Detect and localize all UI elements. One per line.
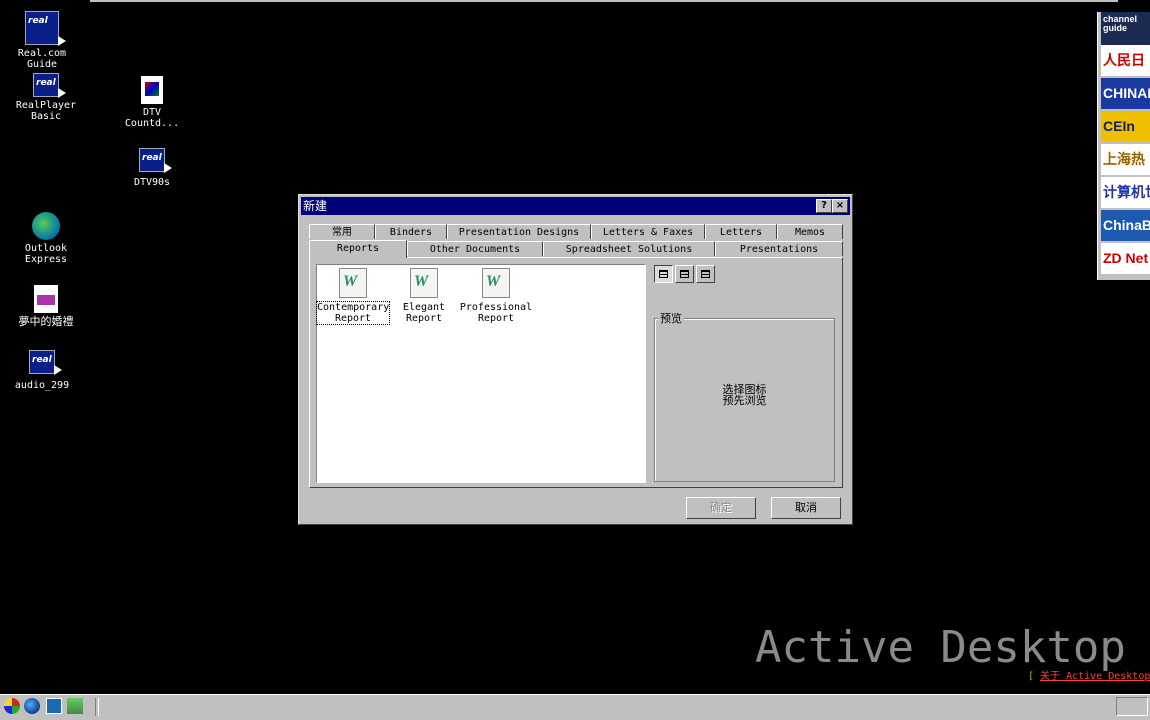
desktop-icon-dtv-countdown[interactable]: DTV Countd... bbox=[107, 76, 197, 129]
desktop-icon-label: Outlook Express bbox=[24, 243, 68, 265]
channel-chinanet[interactable]: CHINAN bbox=[1101, 78, 1150, 109]
preview-placeholder: 选择图标 预先浏览 bbox=[722, 383, 767, 407]
template-professional-report[interactable]: W Professional Report bbox=[459, 268, 533, 324]
desktop-icon-label: DTV Countd... bbox=[124, 107, 180, 129]
desktop-icon-label: 夢中的婚禮 bbox=[18, 315, 74, 328]
start-icon[interactable] bbox=[4, 698, 20, 714]
details-view-button[interactable] bbox=[696, 265, 715, 283]
show-desktop-icon[interactable] bbox=[46, 698, 62, 714]
tab-reports[interactable]: Reports bbox=[309, 240, 407, 258]
desktop-icon-audio-299[interactable]: real audio_299 bbox=[0, 350, 87, 391]
help-button[interactable]: ? bbox=[816, 199, 832, 213]
channel-shanghai[interactable]: 上海热 bbox=[1101, 144, 1150, 175]
desktop-icon-label: RealPlayer Basic bbox=[15, 100, 77, 122]
realplayer-icon: real bbox=[29, 350, 62, 375]
cancel-button[interactable]: 取消 bbox=[771, 497, 841, 519]
channel-bar: channel guide 人民日 CHINAN CEIn 上海热 计算机世 C… bbox=[1097, 12, 1150, 280]
large-icons-icon bbox=[659, 270, 668, 278]
tab-memos[interactable]: Memos bbox=[777, 224, 843, 239]
taskbar bbox=[0, 694, 1150, 720]
template-list[interactable]: W Contemporary Report W Elegant Report W P… bbox=[316, 264, 646, 483]
tab-other-documents[interactable]: Other Documents bbox=[407, 241, 543, 256]
desktop-icon-outlook-express[interactable]: Outlook Express bbox=[1, 212, 91, 265]
tab-letters-faxes[interactable]: Letters & Faxes bbox=[591, 224, 705, 239]
outlook-express-icon bbox=[32, 212, 60, 240]
internet-explorer-icon[interactable] bbox=[24, 698, 40, 714]
tab-changyong[interactable]: 常用 bbox=[309, 224, 375, 239]
close-button[interactable]: × bbox=[832, 199, 848, 213]
about-active-desktop-link[interactable]: [ 关于 Active Desktop bbox=[1028, 667, 1150, 682]
dialog-title: 新建 bbox=[303, 199, 328, 213]
document-icon bbox=[141, 76, 163, 104]
tab-spreadsheet-solutions[interactable]: Spreadsheet Solutions bbox=[543, 241, 715, 256]
desktop-icon-wedding-doc[interactable]: 夢中的婚禮 bbox=[1, 285, 91, 327]
template-label: Professional Report bbox=[459, 302, 533, 324]
active-desktop-watermark: Active Desktop bbox=[755, 622, 1126, 673]
tab-presentations[interactable]: Presentations bbox=[715, 241, 843, 256]
channel-zdnet[interactable]: ZD Net bbox=[1101, 243, 1150, 274]
channel-cei[interactable]: CEIn bbox=[1101, 111, 1150, 142]
word-template-icon: W bbox=[482, 268, 513, 301]
large-icons-view-button[interactable] bbox=[654, 265, 673, 283]
new-document-dialog: 新建 ? × 常用 Binders Presentation Designs L… bbox=[298, 194, 853, 525]
channel-guide-button[interactable]: channel guide bbox=[1101, 12, 1150, 46]
list-view-button[interactable] bbox=[675, 265, 694, 283]
system-tray bbox=[1116, 697, 1148, 716]
dialog-titlebar[interactable]: 新建 ? × bbox=[301, 197, 850, 215]
tab-binders[interactable]: Binders bbox=[375, 224, 447, 239]
desktop-icon-label: Real.com Guide bbox=[17, 48, 67, 70]
taskbar-separator bbox=[95, 698, 99, 716]
realplayer-icon: real bbox=[139, 148, 172, 173]
details-view-icon bbox=[701, 270, 710, 278]
word-template-icon: W bbox=[410, 268, 441, 301]
realplayer-icon: real bbox=[33, 73, 66, 98]
channel-computer-world[interactable]: 计算机世 bbox=[1101, 177, 1150, 208]
desktop-icon-realplayer-basic[interactable]: real RealPlayer Basic bbox=[1, 73, 91, 122]
desktop-icon-label: audio_299 bbox=[14, 380, 70, 391]
desktop-icon-dtv90s[interactable]: real DTV90s bbox=[107, 148, 197, 188]
top-edge-line bbox=[90, 0, 1118, 2]
template-label: Contemporary Report bbox=[316, 301, 390, 325]
channels-icon[interactable] bbox=[67, 698, 83, 714]
channel-chinabyte[interactable]: ChinaB bbox=[1101, 210, 1150, 241]
template-label: Elegant Report bbox=[402, 302, 446, 324]
template-contemporary-report[interactable]: W Contemporary Report bbox=[316, 268, 390, 325]
ok-button[interactable]: 确定 bbox=[686, 497, 756, 519]
channel-peoples-daily[interactable]: 人民日 bbox=[1101, 45, 1150, 76]
desktop-icon-label: DTV90s bbox=[133, 177, 171, 188]
template-elegant-report[interactable]: W Elegant Report bbox=[389, 268, 459, 324]
list-view-icon bbox=[680, 270, 689, 278]
preview-label: 预览 bbox=[658, 310, 684, 326]
realplayer-icon: real bbox=[25, 11, 66, 46]
word-template-icon: W bbox=[339, 268, 370, 301]
tab-presentation-designs[interactable]: Presentation Designs bbox=[447, 224, 591, 239]
desktop-icon-real-guide[interactable]: real Real.com Guide bbox=[0, 11, 87, 70]
document-icon bbox=[34, 285, 58, 313]
tab-letters[interactable]: Letters bbox=[705, 224, 777, 239]
